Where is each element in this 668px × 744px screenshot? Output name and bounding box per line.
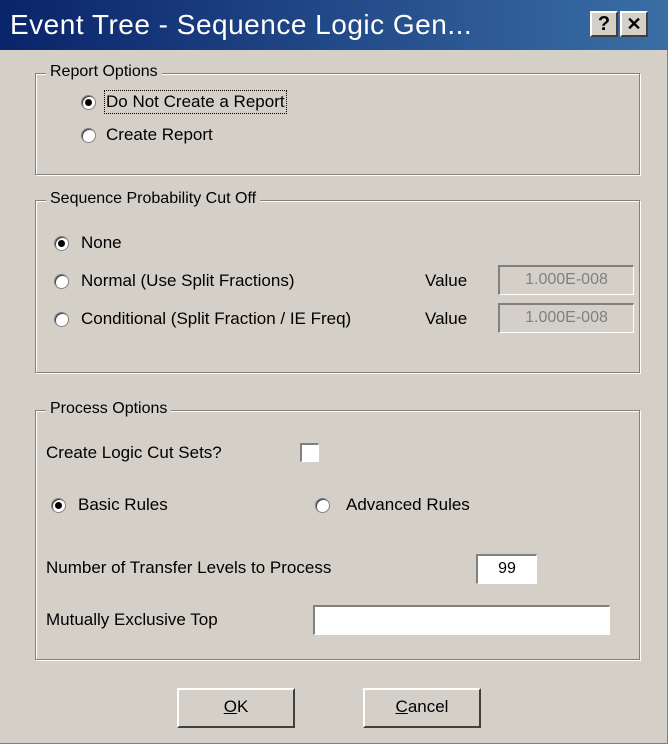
radio-selected-dot <box>55 502 62 509</box>
normal-value-field: 1.000E-008 <box>498 265 634 295</box>
transfer-levels-input[interactable]: 99 <box>476 554 537 584</box>
cancel-mnemonic: C <box>395 697 408 716</box>
cutoff-legend: Sequence Probability Cut Off <box>46 190 261 208</box>
ok-button[interactable]: OK <box>177 688 295 728</box>
basic-rules-label[interactable]: Basic Rules <box>78 495 168 515</box>
radio-cutoff-conditional[interactable] <box>54 312 69 327</box>
conditional-value-label: Value <box>425 309 468 328</box>
title-bar[interactable]: Event Tree - Sequence Logic Gen... ? ✕ <box>0 0 668 50</box>
cut-sets-label: Create Logic Cut Sets? <box>46 443 222 462</box>
ok-label-rest: K <box>236 697 249 716</box>
create-report-label[interactable]: Create Report <box>106 125 213 145</box>
mutually-exclusive-top-label: Mutually Exclusive Top <box>46 610 218 629</box>
cancel-label-rest: ancel <box>407 697 449 716</box>
cutoff-conditional-label[interactable]: Conditional (Split Fraction / IE Freq) <box>81 309 351 329</box>
dialog-window: Event Tree - Sequence Logic Gen... ? ✕ R… <box>0 0 668 744</box>
cancel-button[interactable]: Cancel <box>363 688 481 728</box>
advanced-rules-label[interactable]: Advanced Rules <box>346 495 470 515</box>
radio-basic-rules[interactable] <box>51 498 66 513</box>
normal-value-label: Value <box>425 271 468 290</box>
conditional-label-clip: Conditional (Split Fraction / IE Freq) <box>81 309 419 331</box>
cutoff-none-label[interactable]: None <box>81 233 122 253</box>
cut-sets-checkbox[interactable] <box>300 443 319 462</box>
radio-advanced-rules[interactable] <box>315 498 330 513</box>
process-options-group: Process Options Create Logic Cut Sets? B… <box>35 400 640 660</box>
radio-create-report[interactable] <box>81 128 96 143</box>
do-not-create-report-label[interactable]: Do Not Create a Report <box>104 90 287 114</box>
process-options-legend: Process Options <box>46 400 172 418</box>
report-options-group: Report Options Do Not Create a Report Cr… <box>35 63 640 175</box>
ok-mnemonic: O <box>223 697 237 716</box>
report-options-legend: Report Options <box>46 63 162 81</box>
radio-do-not-create-report[interactable] <box>81 95 96 110</box>
radio-selected-dot <box>85 99 92 106</box>
mutually-exclusive-top-input[interactable] <box>313 605 610 635</box>
transfer-levels-label: Number of Transfer Levels to Process <box>46 558 332 577</box>
radio-cutoff-none[interactable] <box>54 236 69 251</box>
cutoff-group: Sequence Probability Cut Off None Normal… <box>35 190 640 373</box>
window-title: Event Tree - Sequence Logic Gen... <box>10 9 473 40</box>
cutoff-normal-label[interactable]: Normal (Use Split Fractions) <box>81 271 295 291</box>
conditional-value-field: 1.000E-008 <box>498 303 634 333</box>
help-button[interactable]: ? <box>590 11 618 37</box>
radio-selected-dot <box>58 240 65 247</box>
close-button[interactable]: ✕ <box>620 11 648 37</box>
radio-cutoff-normal[interactable] <box>54 274 69 289</box>
